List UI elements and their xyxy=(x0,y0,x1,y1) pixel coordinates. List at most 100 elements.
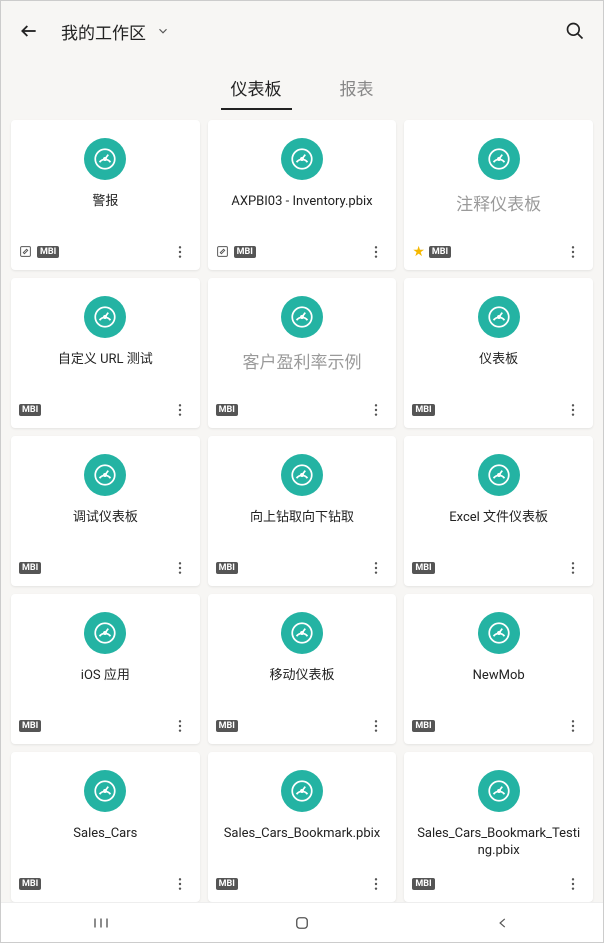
home-button[interactable] xyxy=(262,907,342,939)
card-footer: MBI xyxy=(214,398,391,422)
more-button[interactable] xyxy=(561,714,585,738)
card-title: 仪表板 xyxy=(475,352,522,369)
workspace-title-text: 我的工作区 xyxy=(61,19,146,44)
card-footer-left: MBI xyxy=(19,562,41,574)
dashboard-card[interactable]: Excel 文件仪表板 MBI xyxy=(404,436,593,586)
gauge-icon xyxy=(478,770,520,812)
workspace-dropdown[interactable]: 我的工作区 xyxy=(61,19,559,44)
card-title: iOS 应用 xyxy=(77,668,134,685)
dashboard-card[interactable]: NewMob MBI xyxy=(404,594,593,744)
mbi-badge: MBI xyxy=(19,562,41,574)
mbi-badge: MBI xyxy=(19,878,41,890)
more-button[interactable] xyxy=(364,240,388,264)
back-button[interactable] xyxy=(13,15,45,47)
card-title: 客户盈利率示例 xyxy=(238,352,365,374)
search-button[interactable] xyxy=(559,15,591,47)
card-footer-left: MBI xyxy=(216,720,238,732)
tab-report[interactable]: 报表 xyxy=(336,69,378,110)
card-footer-left: MBI xyxy=(412,720,434,732)
star-icon: ★ xyxy=(412,244,425,260)
mbi-badge: MBI xyxy=(19,720,41,732)
card-footer-left: MBI xyxy=(216,245,256,259)
gauge-icon xyxy=(84,612,126,654)
card-footer: MBI xyxy=(214,872,391,896)
more-button[interactable] xyxy=(364,556,388,580)
card-title: 注释仪表板 xyxy=(452,194,545,216)
dashboard-card[interactable]: Sales_Cars_Bookmark_Testing.pbix MBI xyxy=(404,752,593,902)
dashboard-card[interactable]: 仪表板 MBI xyxy=(404,278,593,428)
dashboard-card[interactable]: 警报MBI xyxy=(11,120,200,270)
gauge-icon xyxy=(478,454,520,496)
gauge-icon xyxy=(281,454,323,496)
mbi-badge: MBI xyxy=(216,562,238,574)
mbi-badge: MBI xyxy=(19,404,41,416)
gauge-icon xyxy=(84,454,126,496)
more-button[interactable] xyxy=(561,556,585,580)
more-button[interactable] xyxy=(168,398,192,422)
card-footer: MBI xyxy=(410,714,587,738)
more-button[interactable] xyxy=(364,714,388,738)
more-button[interactable] xyxy=(364,872,388,896)
edit-icon xyxy=(216,245,230,259)
mbi-badge: MBI xyxy=(412,404,434,416)
dashboard-card[interactable]: 自定义 URL 测试 MBI xyxy=(11,278,200,428)
mbi-badge: MBI xyxy=(216,404,238,416)
card-footer-left: MBI xyxy=(216,404,238,416)
back-nav-button[interactable] xyxy=(463,907,543,939)
card-footer: MBI xyxy=(214,714,391,738)
edit-icon xyxy=(19,245,33,259)
mbi-badge: MBI xyxy=(412,562,434,574)
dashboard-grid: 警报MBI AXPBI03 - Inventory.pbix MBI 注释仪表板 ★ MB… xyxy=(1,110,603,909)
card-footer-left: ★ MBI xyxy=(412,244,451,260)
card-footer-left: MBI xyxy=(19,245,59,259)
card-footer: ★ MBI xyxy=(410,240,587,264)
card-footer: MBI xyxy=(410,872,587,896)
card-title: 向上钻取向下钻取 xyxy=(246,510,358,527)
card-title: Sales_Cars_Bookmark_Testing.pbix xyxy=(410,826,587,860)
more-button[interactable] xyxy=(561,872,585,896)
dashboard-card[interactable]: AXPBI03 - Inventory.pbix MBI xyxy=(208,120,397,270)
mbi-badge: MBI xyxy=(429,246,451,258)
card-title: AXPBI03 - Inventory.pbix xyxy=(227,194,376,211)
recents-button[interactable] xyxy=(61,907,141,939)
gauge-icon xyxy=(84,296,126,338)
card-footer-left: MBI xyxy=(19,878,41,890)
more-button[interactable] xyxy=(561,240,585,264)
card-footer-left: MBI xyxy=(412,404,434,416)
dashboard-card[interactable]: Sales_CarsMBI xyxy=(11,752,200,902)
card-title: 移动仪表板 xyxy=(265,668,338,685)
more-button[interactable] xyxy=(168,714,192,738)
mbi-badge: MBI xyxy=(37,246,59,258)
more-button[interactable] xyxy=(561,398,585,422)
card-footer-left: MBI xyxy=(19,404,41,416)
tab-dashboard[interactable]: 仪表板 xyxy=(227,69,286,110)
mbi-badge: MBI xyxy=(412,878,434,890)
dashboard-card[interactable]: 注释仪表板 ★ MBI xyxy=(404,120,593,270)
dashboard-card[interactable]: Sales_Cars_Bookmark.pbix MBI xyxy=(208,752,397,902)
card-footer: MBI xyxy=(17,556,194,580)
system-nav-bar xyxy=(1,902,603,942)
dashboard-card[interactable]: 客户盈利率示例 MBI xyxy=(208,278,397,428)
more-button[interactable] xyxy=(168,872,192,896)
card-footer: MBI xyxy=(17,872,194,896)
dashboard-card[interactable]: iOS 应用 MBI xyxy=(11,594,200,744)
card-title: NewMob xyxy=(469,668,529,685)
card-footer: MBI xyxy=(410,398,587,422)
more-button[interactable] xyxy=(364,398,388,422)
card-footer-left: MBI xyxy=(412,878,434,890)
more-button[interactable] xyxy=(168,240,192,264)
header: 我的工作区 xyxy=(1,1,603,61)
dashboard-card[interactable]: 移动仪表板 MBI xyxy=(208,594,397,744)
card-title: Sales_Cars_Bookmark.pbix xyxy=(220,826,385,843)
gauge-icon xyxy=(84,138,126,180)
card-footer: MBI xyxy=(214,240,391,264)
dashboard-card[interactable]: 调试仪表板MBI xyxy=(11,436,200,586)
card-title: Excel 文件仪表板 xyxy=(445,510,552,527)
card-title: 自定义 URL 测试 xyxy=(54,352,157,369)
dashboard-card[interactable]: 向上钻取向下钻取 MBI xyxy=(208,436,397,586)
more-button[interactable] xyxy=(168,556,192,580)
gauge-icon xyxy=(281,138,323,180)
card-footer-left: MBI xyxy=(19,720,41,732)
tabs: 仪表板 报表 xyxy=(1,61,603,110)
mbi-badge: MBI xyxy=(216,720,238,732)
